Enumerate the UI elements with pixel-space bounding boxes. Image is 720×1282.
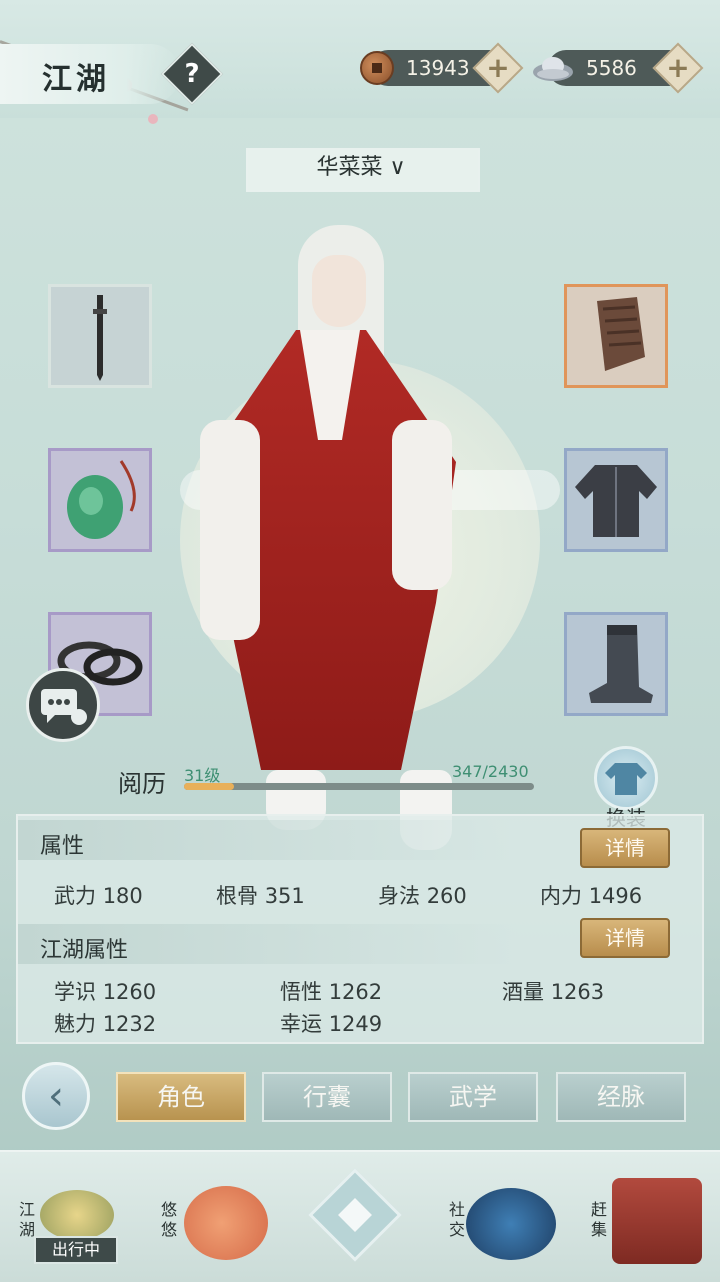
- outfit-icon: [605, 763, 647, 795]
- attribute-section-header: [18, 820, 518, 860]
- jade-pendant-icon: [67, 460, 136, 539]
- boots-slot[interactable]: [564, 612, 668, 716]
- armor-slot[interactable]: [564, 448, 668, 552]
- jianghu-attribute-item: 魅力 1232: [54, 1012, 157, 1036]
- attribute-section-title: 属性: [40, 834, 85, 859]
- bracer-icon: [597, 297, 645, 371]
- boots-icon: [589, 625, 653, 703]
- character-name[interactable]: 华菜菜 ∨: [246, 148, 476, 188]
- jianghu-attribute-item: 酒量 1263: [502, 980, 605, 1004]
- change-outfit-button[interactable]: [594, 746, 658, 810]
- copper-coin-icon: [360, 51, 394, 85]
- plus-icon[interactable]: +: [480, 50, 516, 86]
- weapon-slot[interactable]: [48, 284, 152, 388]
- coin-hole: [372, 63, 382, 73]
- attribute-item: 身法 260: [378, 884, 467, 908]
- accessory-slot[interactable]: [48, 448, 152, 552]
- experience-label: 阅历: [118, 770, 166, 798]
- silver-ingot-icon: [533, 57, 573, 81]
- travel-status-badge: 出行中: [34, 1236, 118, 1264]
- page-title: 江湖: [42, 62, 110, 97]
- copper-amount: 13943: [406, 56, 470, 80]
- help-icon[interactable]: ?: [170, 52, 214, 96]
- jianghu-detail-label[interactable]: 详情: [580, 918, 670, 958]
- experience-bar-fill: [184, 783, 235, 790]
- chat-icon: [41, 689, 87, 725]
- nav-social-label[interactable]: 社交: [448, 1200, 466, 1240]
- jianghu-section-title: 江湖属性: [40, 938, 129, 963]
- attribute-item: 内力 1496: [540, 884, 643, 908]
- silver-amount: 5586: [586, 56, 637, 80]
- character-face: [312, 255, 366, 327]
- tab-martial-arts-label[interactable]: 武学: [408, 1072, 538, 1122]
- character-sleeve-left: [200, 420, 260, 640]
- plus-icon[interactable]: +: [660, 50, 696, 86]
- robe-armor-icon: [575, 465, 657, 537]
- attribute-detail-label[interactable]: 详情: [580, 828, 670, 868]
- back-arrow-icon[interactable]: ‹: [22, 1062, 90, 1130]
- character-sleeve-right: [392, 420, 452, 590]
- attribute-item: 武力 180: [54, 884, 143, 908]
- nav-market-button[interactable]: [612, 1178, 702, 1264]
- experience-value: 347/2430: [452, 762, 529, 781]
- chat-button[interactable]: [26, 668, 100, 742]
- bracer-slot[interactable]: [564, 284, 668, 388]
- nav-youyou-label[interactable]: 悠悠: [160, 1200, 178, 1240]
- nav-social-button[interactable]: [466, 1188, 556, 1260]
- nav-jianghu-label[interactable]: 江湖: [18, 1200, 36, 1240]
- nav-youyou-button[interactable]: [184, 1186, 268, 1260]
- nav-market-label[interactable]: 赶集: [590, 1200, 608, 1240]
- tab-character-label[interactable]: 角色: [116, 1072, 246, 1122]
- tab-meridians-label[interactable]: 经脉: [556, 1072, 686, 1122]
- dagger-icon: [93, 295, 107, 381]
- jianghu-attribute-item: 学识 1260: [54, 980, 157, 1004]
- tab-inventory-label[interactable]: 行囊: [262, 1072, 392, 1122]
- jianghu-attribute-item: 幸运 1249: [280, 1012, 383, 1036]
- chevron-down-icon: ∨: [382, 155, 406, 180]
- attribute-item: 根骨 351: [216, 884, 305, 908]
- jianghu-attribute-item: 悟性 1262: [280, 980, 383, 1004]
- nav-jianghu-button[interactable]: [40, 1190, 114, 1240]
- experience-bar: [184, 783, 534, 790]
- petal-decoration: [148, 114, 158, 124]
